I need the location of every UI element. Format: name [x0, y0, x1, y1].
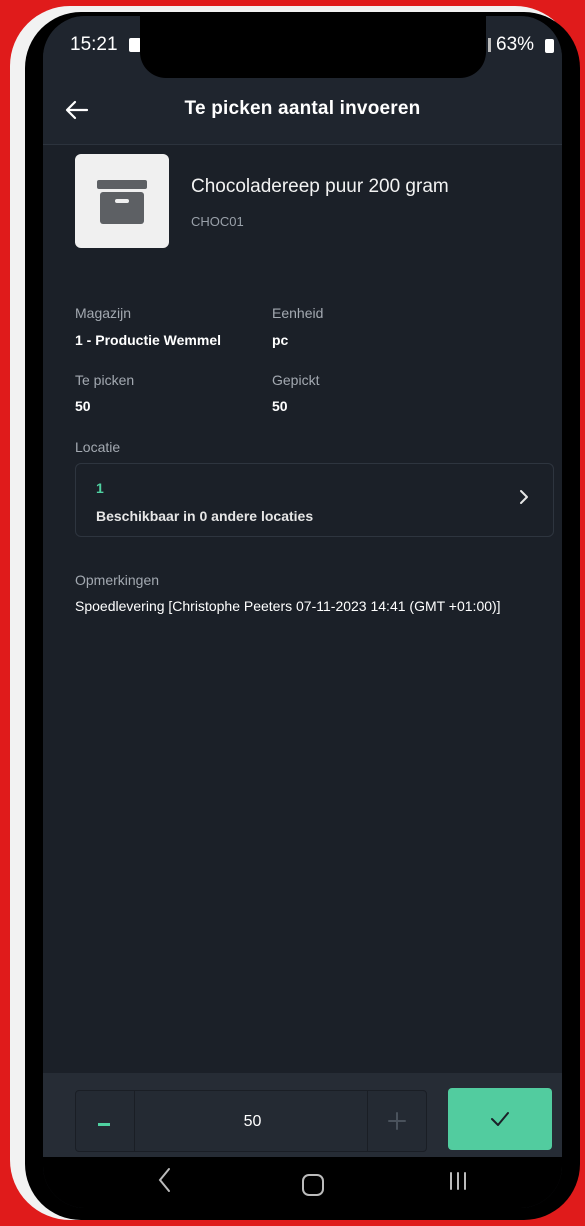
location-card[interactable]: 1 Beschikbaar in 0 andere locaties [75, 463, 554, 537]
remarks-text: Spoedlevering [Christophe Peeters 07-11-… [75, 598, 501, 614]
status-bar: 15:21 63% [43, 16, 562, 84]
product-thumbnail [75, 154, 169, 248]
battery-icon [545, 39, 554, 53]
battery-percentage: 63% [496, 34, 535, 55]
quantity-bar [43, 1073, 562, 1157]
warehouse-label: Magazijn [75, 305, 132, 321]
product-code: CHOC01 [191, 214, 244, 229]
check-icon [448, 1088, 552, 1150]
unit-value: pc [272, 332, 289, 348]
location-availability: Beschikbaar in 0 andere locaties [96, 508, 314, 524]
confirm-button[interactable] [448, 1088, 552, 1150]
unit-label: Eenheid [272, 305, 324, 321]
increment-button[interactable] [367, 1091, 426, 1151]
product-name: Chocoladereep puur 200 gram [191, 176, 449, 197]
phone-bezel: 15:21 63% Te picken aantal invoeren Choc… [25, 12, 580, 1220]
to-pick-label: Te picken [75, 372, 135, 388]
phone-frame: 15:21 63% Te picken aantal invoeren Choc… [10, 6, 580, 1220]
nav-home-icon[interactable] [302, 1174, 324, 1196]
chevron-svg [520, 490, 528, 504]
location-label: Locatie [75, 439, 121, 455]
nav-recent-svg [450, 1172, 466, 1190]
status-time: 15:21 [70, 34, 118, 55]
minus-icon [98, 1123, 110, 1126]
quantity-stepper [75, 1090, 427, 1153]
page-title: Te picken aantal invoeren [184, 98, 421, 119]
nav-recent-apps-icon[interactable] [447, 1169, 469, 1199]
quantity-input[interactable] [135, 1091, 370, 1153]
nav-back-svg [158, 1168, 170, 1192]
decrement-button[interactable] [76, 1091, 135, 1151]
app-bar: Te picken aantal invoeren [43, 84, 562, 145]
to-pick-value: 50 [75, 398, 91, 414]
signal-icon [488, 38, 491, 52]
plus-icon [388, 1112, 406, 1130]
warehouse-value: 1 - Productie Wemmel [75, 332, 222, 348]
camera-notch [140, 16, 486, 78]
app-screen: 15:21 63% Te picken aantal invoeren Choc… [43, 16, 562, 1208]
archive-box-icon [97, 180, 147, 224]
location-number: 1 [96, 480, 104, 496]
check-svg [491, 1112, 509, 1126]
remarks-label: Opmerkingen [75, 572, 160, 588]
picked-label: Gepickt [272, 372, 320, 388]
chevron-right-icon [517, 486, 531, 514]
android-nav-bar [43, 1157, 562, 1208]
nav-back-icon[interactable] [155, 1165, 175, 1202]
picked-value: 50 [272, 398, 288, 414]
